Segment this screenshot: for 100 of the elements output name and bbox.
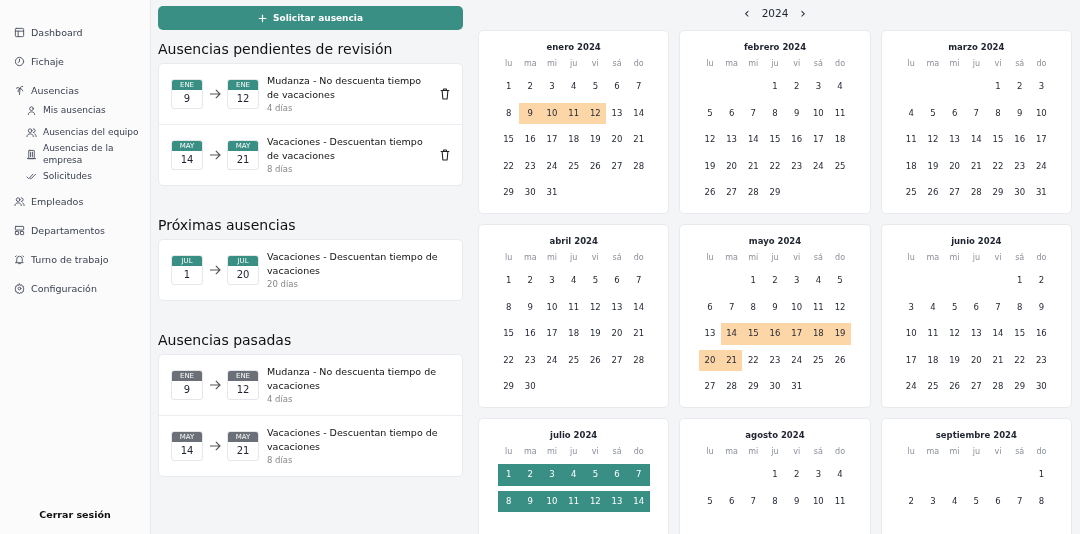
calendar-day[interactable]: 26 [943,376,966,398]
calendar-day[interactable]: 15 [497,129,520,151]
calendar-day[interactable]: 2 [764,270,786,292]
calendar-day[interactable]: 6 [606,76,628,98]
calendar-day[interactable]: 16 [764,323,786,345]
calendar-day[interactable]: 5 [943,296,966,318]
calendar-day[interactable]: 16 [1030,323,1053,345]
calendar-day[interactable]: 20 [943,155,966,177]
calendar-day[interactable]: 30 [1008,182,1031,204]
calendar-day[interactable]: 27 [943,182,966,204]
calendar-day[interactable]: 21 [627,129,650,151]
calendar-day[interactable]: 13 [606,296,628,318]
sidebar-subitem[interactable]: Solicitudes [0,165,150,187]
calendar-day[interactable]: 26 [584,155,607,177]
calendar-day[interactable]: 3 [541,464,563,486]
calendar-day[interactable]: 9 [785,490,808,512]
calendar-day[interactable]: 26 [584,349,607,371]
calendar-day[interactable]: 2 [1030,270,1053,292]
calendar-day[interactable]: 13 [699,323,721,345]
calendar-day[interactable]: 7 [720,296,743,318]
calendar-day[interactable]: 19 [584,323,607,345]
calendar-day[interactable]: 5 [699,102,721,124]
calendar-day[interactable]: 20 [720,155,743,177]
calendar-day[interactable]: 6 [965,296,988,318]
calendar-day[interactable]: 30 [1030,376,1053,398]
calendar-day[interactable]: 4 [829,76,851,98]
calendar-day[interactable]: 13 [720,129,743,151]
calendar-day[interactable]: 12 [922,129,944,151]
calendar-day[interactable]: 17 [1030,129,1053,151]
sidebar-item[interactable]: Dashboard [0,18,150,47]
calendar-day[interactable]: 22 [987,155,1009,177]
calendar-day[interactable]: 8 [1008,296,1031,318]
calendar-day[interactable]: 5 [829,270,851,292]
calendar-day[interactable]: 15 [764,129,786,151]
calendar-day[interactable]: 17 [900,349,923,371]
calendar-day[interactable]: 21 [965,155,988,177]
calendar-day[interactable]: 17 [541,323,563,345]
calendar-day[interactable]: 29 [497,182,520,204]
calendar-day[interactable]: 5 [922,102,944,124]
calendar-day[interactable]: 13 [965,323,988,345]
calendar-day[interactable]: 29 [742,376,765,398]
calendar-day[interactable]: 11 [829,490,851,512]
calendar-day[interactable]: 23 [519,155,542,177]
calendar-day[interactable]: 17 [807,129,830,151]
logout-link[interactable]: Cerrar sesión [39,509,111,520]
calendar-day[interactable]: 2 [519,270,542,292]
calendar-day[interactable]: 9 [519,490,542,512]
calendar-day[interactable]: 28 [720,376,743,398]
next-year-button[interactable]: › [800,6,806,20]
calendar-day[interactable]: 6 [606,270,628,292]
calendar-day[interactable]: 1 [497,76,520,98]
calendar-day[interactable]: 27 [699,376,721,398]
calendar-day[interactable]: 23 [785,155,808,177]
calendar-day[interactable]: 10 [541,490,563,512]
calendar-day[interactable]: 1 [764,464,786,486]
calendar-day[interactable]: 26 [699,182,721,204]
calendar-day[interactable]: 4 [943,490,966,512]
calendar-day[interactable]: 25 [922,376,944,398]
calendar-day[interactable]: 4 [807,270,830,292]
calendar-day[interactable]: 23 [1030,349,1053,371]
calendar-day[interactable]: 20 [965,349,988,371]
calendar-day[interactable]: 15 [987,129,1009,151]
calendar-day[interactable]: 9 [785,102,808,124]
calendar-day[interactable]: 30 [764,376,786,398]
calendar-day[interactable]: 8 [497,296,520,318]
calendar-day[interactable]: 14 [965,129,988,151]
sidebar-item[interactable]: Empleados [0,187,150,216]
calendar-day[interactable]: 3 [541,76,563,98]
calendar-day[interactable]: 9 [519,102,542,124]
calendar-day[interactable]: 6 [720,102,743,124]
calendar-day[interactable]: 17 [541,129,563,151]
calendar-day[interactable]: 29 [497,376,520,398]
calendar-day[interactable]: 28 [987,376,1009,398]
calendar-day[interactable]: 21 [987,349,1009,371]
calendar-day[interactable]: 3 [922,490,944,512]
calendar-day[interactable]: 21 [720,349,743,371]
calendar-day[interactable]: 3 [1030,76,1053,98]
calendar-day[interactable]: 6 [699,296,721,318]
calendar-day[interactable]: 14 [627,296,650,318]
calendar-day[interactable]: 8 [497,490,520,512]
calendar-day[interactable]: 8 [764,102,786,124]
calendar-day[interactable]: 13 [943,129,966,151]
calendar-day[interactable]: 15 [497,323,520,345]
calendar-day[interactable]: 3 [900,296,923,318]
calendar-day[interactable]: 25 [900,182,923,204]
calendar-day[interactable]: 25 [562,155,585,177]
calendar-day[interactable]: 2 [785,464,808,486]
calendar-day[interactable]: 4 [922,296,944,318]
calendar-day[interactable]: 28 [742,182,765,204]
calendar-day[interactable]: 11 [807,296,830,318]
calendar-day[interactable]: 19 [584,129,607,151]
calendar-day[interactable]: 2 [519,76,542,98]
calendar-day[interactable]: 3 [807,76,830,98]
calendar-day[interactable]: 14 [627,490,650,512]
calendar-day[interactable]: 24 [541,349,563,371]
calendar-day[interactable]: 23 [1008,155,1031,177]
calendar-day[interactable]: 21 [742,155,765,177]
calendar-day[interactable]: 9 [519,296,542,318]
calendar-day[interactable]: 5 [965,490,988,512]
calendar-day[interactable]: 1 [497,464,520,486]
